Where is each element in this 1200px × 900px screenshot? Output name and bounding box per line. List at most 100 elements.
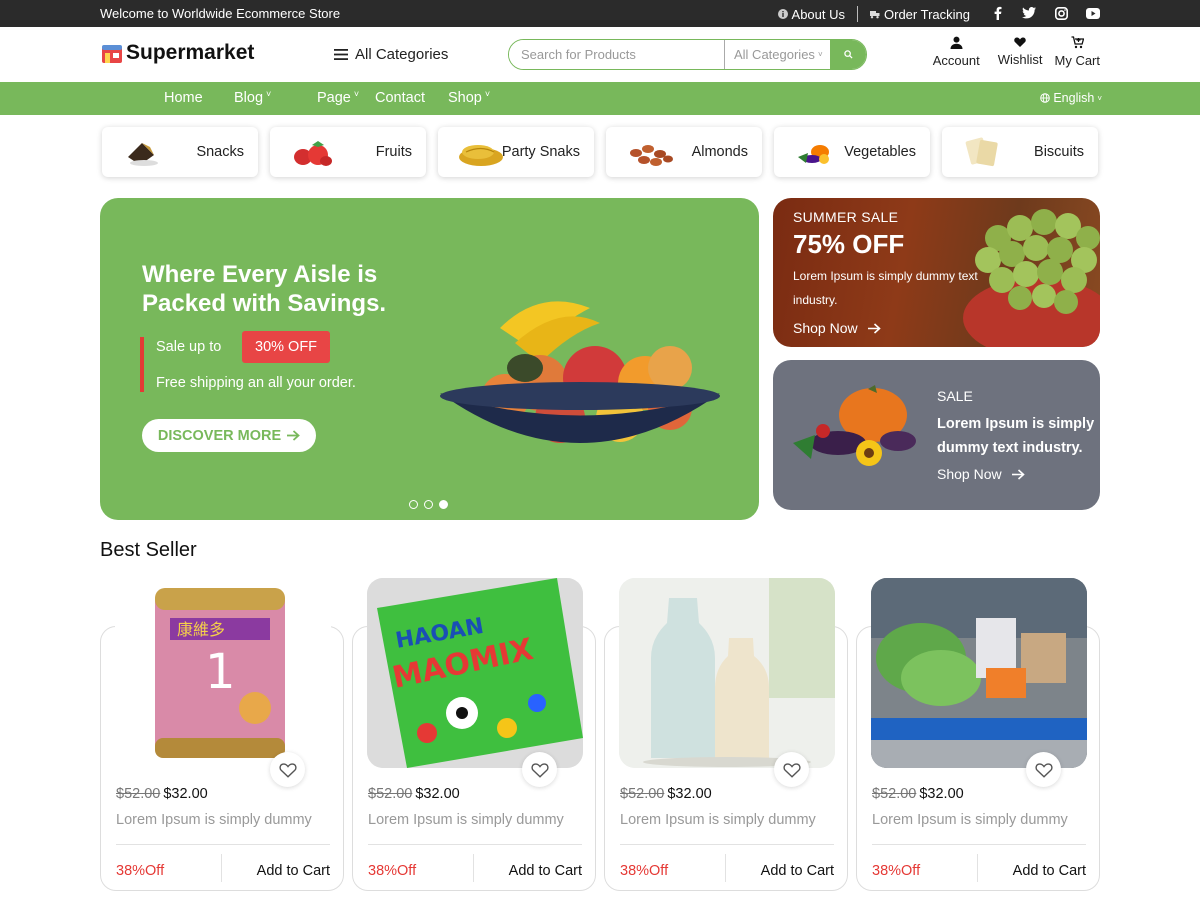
carousel-dot-3[interactable] (439, 500, 448, 509)
carousel-dot-2[interactable] (424, 500, 433, 509)
logo-text: Supermarket (126, 41, 255, 64)
hero-banner: Where Every Aisle is Packed with Savings… (100, 198, 759, 520)
category-card-snacks[interactable]: Snacks (102, 127, 258, 177)
search-category-label: All Categories (734, 47, 815, 62)
wishlist-toggle[interactable] (774, 752, 809, 787)
globe-icon (1040, 93, 1051, 103)
promo1-desc: Lorem Ipsum is simply dummy text industr… (793, 269, 978, 307)
truck-icon (870, 11, 880, 19)
category-card-vegetables[interactable]: Vegetables (774, 127, 930, 177)
category-card-party-snacks[interactable]: Party Snaks (438, 127, 594, 177)
chevron-down-icon: ˅ (484, 89, 491, 99)
product-prices: $52.00 $32.00 (116, 786, 208, 802)
discount-label: 38%Off (620, 863, 669, 879)
social-links (990, 6, 1100, 20)
current-price: $32.00 (667, 786, 712, 802)
nav-item-contact[interactable]: Contact (375, 90, 448, 106)
nav-home-label: Home (164, 90, 203, 106)
heart-icon (1014, 37, 1026, 47)
hamburger-icon (334, 49, 348, 60)
best-seller-title: Best Seller (100, 539, 197, 561)
store-logo-icon (102, 45, 122, 63)
language-selector[interactable]: English ˅ (1040, 91, 1102, 105)
shopping-cart-groceries-image (871, 578, 1087, 768)
wishlist-toggle[interactable] (522, 752, 557, 787)
add-to-cart-button[interactable]: Add to Cart (509, 863, 582, 879)
product-image[interactable] (871, 578, 1087, 768)
promo1-kicker: SUMMER SALE (793, 209, 899, 225)
promo1-shop-now-link[interactable]: Shop Now (793, 320, 881, 336)
promo2-kicker: SALE (937, 388, 973, 404)
category-card-fruits[interactable]: Fruits (270, 127, 426, 177)
promo2-shop-now-link[interactable]: Shop Now (937, 466, 1025, 482)
category-label: Snacks (196, 144, 244, 160)
hero-title: Where Every Aisle is Packed with Savings… (142, 261, 387, 317)
product-vertical-divider (473, 854, 474, 882)
heart-outline-icon (782, 762, 801, 778)
product-vertical-divider (725, 854, 726, 882)
product-image[interactable] (619, 578, 835, 768)
discount-label: 38%Off (368, 863, 417, 879)
category-card-biscuits[interactable]: Biscuits (942, 127, 1098, 177)
add-to-cart-button[interactable]: Add to Cart (1013, 863, 1086, 879)
nav-item-shop[interactable]: Shop ˅ (448, 89, 491, 106)
wishlist-label: Wishlist (997, 52, 1043, 67)
product-vertical-divider (221, 854, 222, 882)
nav-item-blog[interactable]: Blog ˅ (234, 89, 317, 106)
cart-label: My Cart (1054, 53, 1101, 68)
arrow-right-icon (867, 322, 881, 334)
hero-carousel-dots (409, 500, 448, 509)
about-us-label: About Us (791, 6, 846, 22)
nav-blog-label: Blog (234, 90, 264, 106)
about-us-link[interactable]: About Us (777, 6, 846, 22)
category-strip: Snacks Fruits Party Snaks Almonds Vegeta… (102, 127, 1098, 177)
summer-sale-promo: SUMMER SALE 75% OFF Lorem Ipsum is simpl… (773, 198, 1100, 347)
product-description: Lorem Ipsum is simply dummy (620, 812, 816, 828)
all-categories-menu[interactable]: All Categories (334, 46, 448, 63)
product-prices: $52.00 $32.00 (368, 786, 460, 802)
discount-label: 38%Off (872, 863, 921, 879)
account-button[interactable]: Account (933, 36, 980, 68)
youtube-icon[interactable] (1086, 6, 1100, 20)
product-image[interactable]: 康維多 1 (115, 578, 331, 768)
carousel-dot-1[interactable] (409, 500, 418, 509)
header-actions: Account Wishlist My Cart (933, 36, 1100, 68)
party-snacks-image (459, 145, 503, 166)
promo2-desc: Lorem Ipsum is simply dummy text industr… (937, 416, 1095, 456)
wishlist-button[interactable]: Wishlist (998, 36, 1043, 68)
instagram-icon[interactable] (1054, 6, 1068, 20)
search-button[interactable] (830, 40, 866, 69)
milk-bottles-image (619, 578, 835, 768)
wishlist-toggle[interactable] (270, 752, 305, 787)
category-card-almonds[interactable]: Almonds (606, 127, 762, 177)
order-tracking-link[interactable]: Order Tracking (870, 7, 970, 22)
add-to-cart-button[interactable]: Add to Cart (761, 863, 834, 879)
all-categories-label: All Categories (355, 46, 449, 63)
cart-button[interactable]: My Cart (1054, 36, 1101, 68)
arrow-right-icon (287, 430, 300, 441)
wishlist-toggle[interactable] (1026, 752, 1061, 787)
hero-sale-badge: 30% OFF (242, 331, 331, 363)
search-category-select[interactable]: All Categories ˅ (724, 40, 830, 69)
product-card: $52.00 $32.00 Lorem Ipsum is simply dummy… (856, 578, 1100, 891)
nav-item-page[interactable]: Page ˅ (317, 89, 375, 106)
product-divider (368, 844, 582, 845)
facebook-icon[interactable] (990, 6, 1004, 20)
product-image[interactable]: HAOAN MAOMIX (367, 578, 583, 768)
info-icon (777, 9, 788, 19)
category-label: Biscuits (1034, 144, 1084, 160)
twitter-icon[interactable] (1022, 6, 1036, 20)
add-to-cart-button[interactable]: Add to Cart (257, 863, 330, 879)
discover-more-button[interactable]: DISCOVER MORE (142, 419, 316, 452)
site-logo[interactable]: Supermarket (100, 41, 254, 65)
fruit-bowl-image (440, 301, 720, 443)
product-grid: 康維多 1 $52.00 $32.00 Lorem Ipsum is simply… (100, 578, 1100, 891)
heart-outline-icon (278, 762, 297, 778)
product-card: HAOAN MAOMIX $52.00 $32.00 Lorem Ipsum is… (352, 578, 596, 891)
search-input[interactable] (509, 40, 724, 69)
nav-item-home[interactable]: Home (164, 90, 234, 106)
site-header: Supermarket All Categories All Categorie… (0, 27, 1200, 82)
candy-bag-image: HAOAN MAOMIX (367, 578, 583, 768)
product-card: 康維多 1 $52.00 $32.00 Lorem Ipsum is simply… (100, 578, 344, 891)
promo1-shop-label: Shop Now (793, 320, 858, 336)
